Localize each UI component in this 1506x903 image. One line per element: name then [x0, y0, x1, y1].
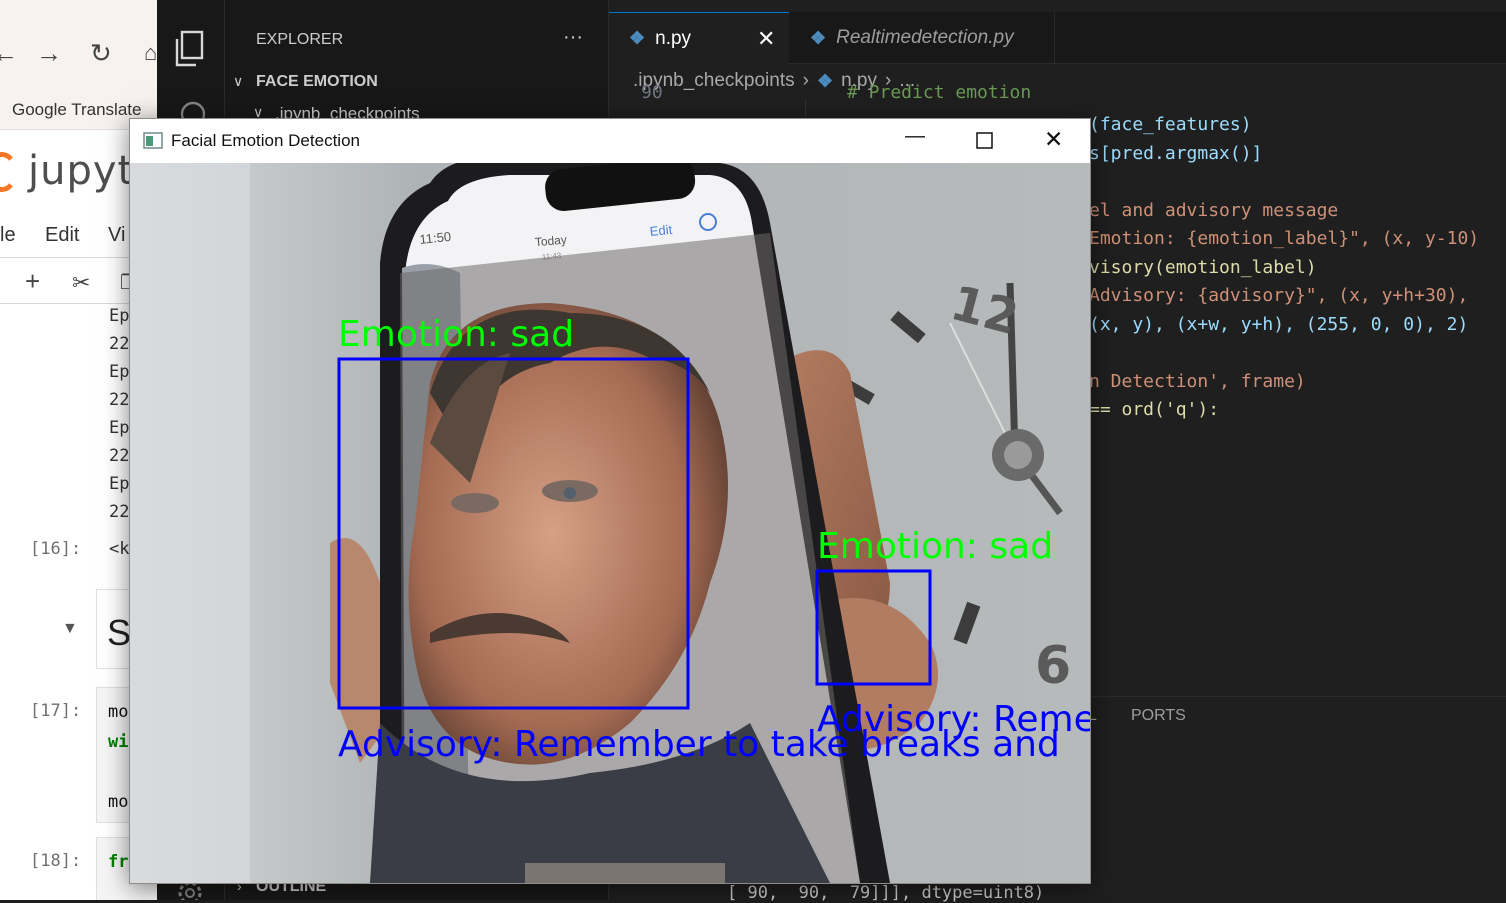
chevron-right-icon: ›	[802, 70, 809, 91]
emotion-label: Emotion: sad	[817, 526, 1053, 567]
bookmark-google-translate[interactable]: Google Translate	[12, 100, 141, 120]
cell-16-output: <k	[109, 539, 130, 559]
folder-face-emotion[interactable]: FACE EMOTION	[256, 73, 378, 91]
emotion-label: Emotion: sad	[338, 314, 574, 355]
close-tab-icon[interactable]: ✕	[757, 26, 775, 52]
cut-icon[interactable]: ✂	[72, 270, 90, 296]
code-line: s[pred.argmax()]	[1089, 143, 1263, 164]
code-line: mo	[108, 792, 129, 812]
code-line: Emotion: {emotion_label}", (x, y-10)	[1089, 228, 1480, 249]
code-line: visory(emotion_label)	[1089, 257, 1317, 278]
tab-n-py[interactable]: ❖ n.py ✕	[609, 12, 789, 64]
back-arrow-icon[interactable]: ←	[0, 38, 18, 69]
window-titlebar[interactable]: Facial Emotion Detection — ✕	[130, 119, 1090, 163]
python-file-icon: ❖	[629, 28, 646, 48]
cell-prompt-18: [18]:	[30, 851, 82, 871]
app-window-icon	[143, 132, 163, 149]
panel-tab-ports[interactable]: PORTS	[1131, 707, 1186, 725]
code-line: wi	[108, 732, 129, 752]
jupyter-logo-icon	[0, 152, 18, 192]
advisory-label: Advisory: Reme	[817, 699, 1090, 740]
menu-view[interactable]: Vi	[108, 224, 125, 247]
phone-edit: Edit	[649, 222, 673, 239]
collapse-heading-icon[interactable]: ▼	[62, 620, 78, 638]
cell-prompt-16: [16]:	[30, 539, 82, 559]
output-line: 22	[109, 446, 130, 466]
emotion-detection-window[interactable]: Facial Emotion Detection — ✕ 12 6 11:50 …	[129, 118, 1091, 884]
line-number: 90	[641, 82, 663, 103]
output-line: Ep	[109, 362, 130, 382]
code-line: n Detection', frame)	[1089, 371, 1306, 392]
menu-edit[interactable]: Edit	[45, 224, 79, 247]
minimize-icon[interactable]: —	[905, 125, 925, 148]
explorer-files-icon[interactable]	[173, 30, 207, 68]
search-icon[interactable]	[179, 100, 207, 120]
add-cell-icon[interactable]: +	[25, 266, 40, 297]
terminal-output: [ 90, 90, 79]]], dtype=uint8)	[727, 883, 1045, 903]
forward-arrow-icon[interactable]: →	[36, 38, 62, 69]
chevron-down-icon[interactable]: ∨	[233, 73, 243, 90]
reload-icon[interactable]: ↻	[90, 38, 112, 69]
tab-label: Realtimedetection.py	[836, 27, 1014, 48]
explorer-title: EXPLORER	[256, 31, 344, 48]
tab-label: n.py	[655, 27, 692, 49]
python-file-icon: ❖	[816, 70, 834, 91]
cell-prompt-17: [17]:	[30, 701, 82, 721]
camera-frame: 12 6 11:50 Today 11:43 Edit Emotion: sad…	[130, 163, 1090, 883]
code-line: el and advisory message	[1089, 200, 1339, 221]
output-line: Ep	[109, 474, 130, 494]
markdown-heading: S	[107, 612, 132, 653]
window-title: Facial Emotion Detection	[171, 131, 360, 150]
editor-tabs: ❖ n.py ✕ ❖ Realtimedetection.py	[609, 12, 1506, 64]
clock-numeral-6: 6	[1035, 636, 1071, 696]
maximize-icon[interactable]	[976, 132, 993, 149]
close-icon[interactable]: ✕	[1044, 126, 1063, 153]
output-line: 22	[109, 390, 130, 410]
home-icon[interactable]: ⌂	[144, 40, 157, 66]
camera-image: 12 6 11:50 Today 11:43 Edit Emotion: sad…	[130, 163, 1090, 883]
code-line: (x, y), (x+w, y+h), (255, 0, 0), 2)	[1089, 314, 1469, 335]
code-comment: # Predict emotion	[847, 82, 1032, 103]
output-line: Ep	[109, 306, 130, 326]
python-file-icon: ❖	[810, 27, 827, 48]
code-line: == ord('q'):	[1089, 399, 1220, 420]
explorer-more-icon[interactable]: ···	[563, 26, 583, 49]
browser-navbar	[0, 0, 157, 92]
phone-today: Today	[534, 233, 567, 250]
code-line: mo	[108, 702, 129, 722]
output-line: Ep	[109, 418, 130, 438]
tab-realtimedetection-py[interactable]: ❖ Realtimedetection.py	[790, 12, 1055, 64]
code-line: Advisory: {advisory}", (x, y+h+30),	[1089, 285, 1469, 306]
code-line: (face_features)	[1089, 114, 1252, 135]
code-line: fr	[108, 852, 129, 872]
output-line: 22	[109, 334, 130, 354]
menu-file[interactable]: le	[0, 224, 16, 247]
output-line: 22	[109, 502, 130, 522]
